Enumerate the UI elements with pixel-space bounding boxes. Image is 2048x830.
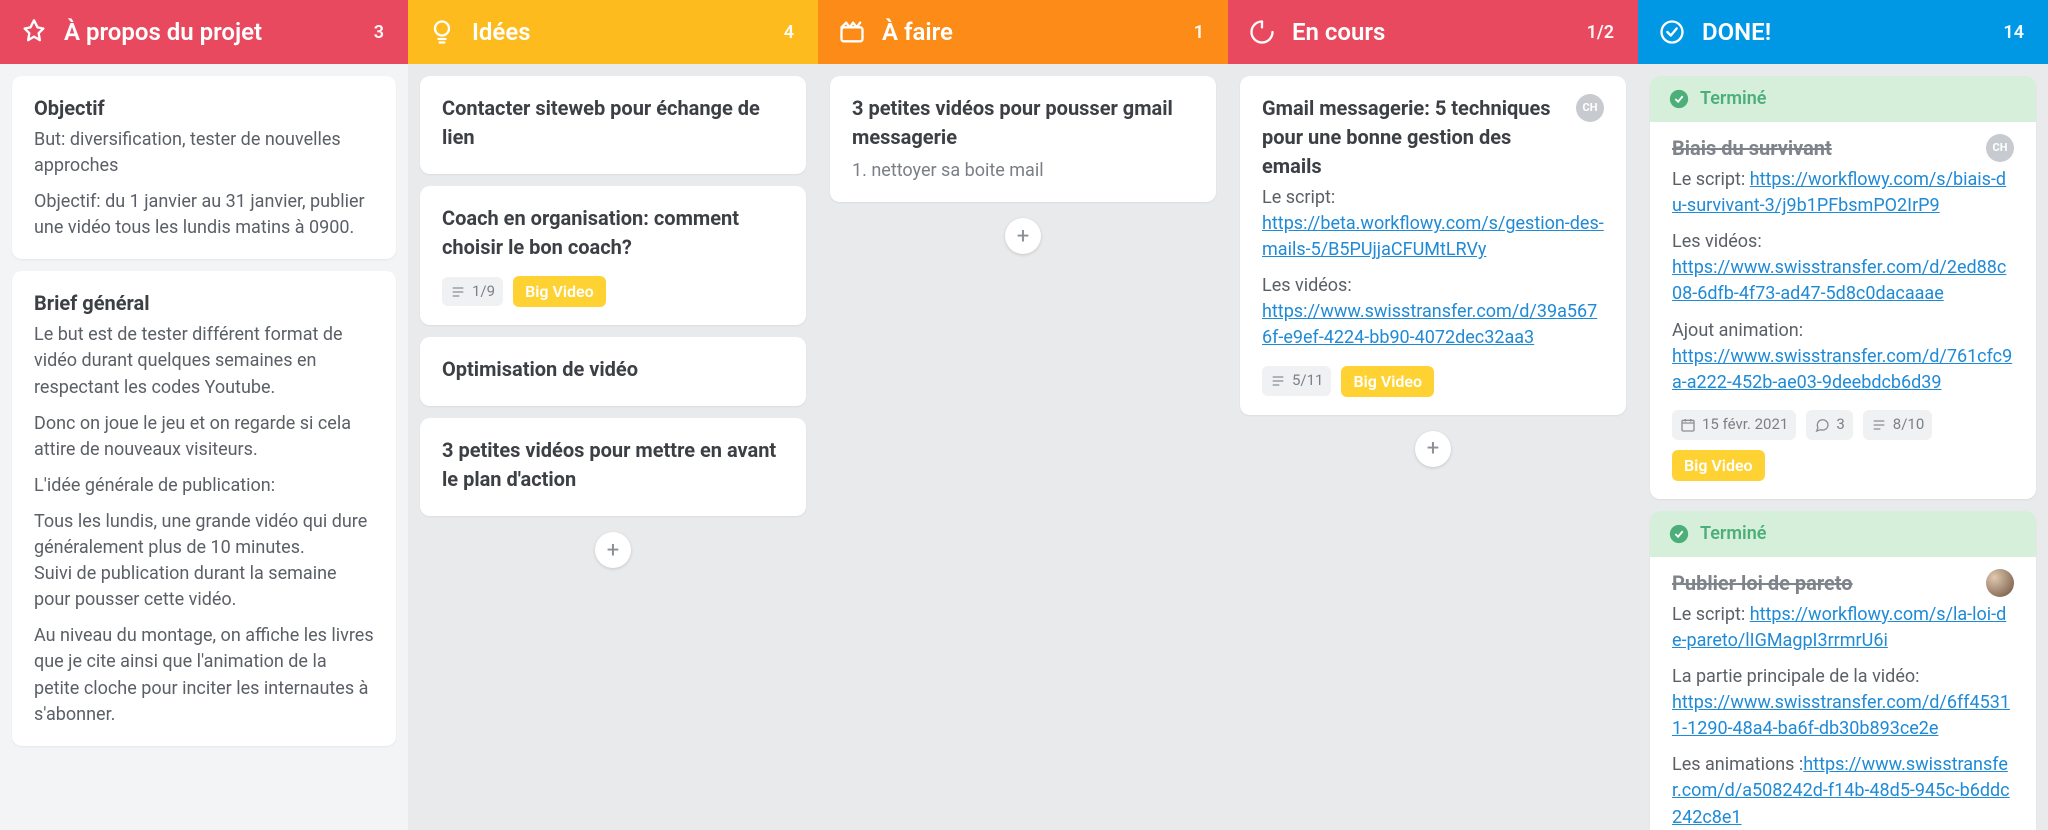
card-brief[interactable]: Brief général Le but est de tester diffé… [12,271,396,745]
card-title: 3 petites vidéos pour mettre en avant le… [442,436,784,494]
card-text: Donc on joue le jeu et on regarde si cel… [34,411,374,463]
pin-icon [20,18,48,46]
avatar[interactable]: CH [1576,94,1604,122]
card-title: Optimisation de vidéo [442,355,784,384]
card-idea[interactable]: Contacter siteweb pour échange de lien [420,76,806,174]
column-title: DONE! [1702,18,1987,46]
card-title: Objectif [34,94,374,123]
card-idea[interactable]: 3 petites vidéos pour mettre en avant le… [420,418,806,516]
script-link[interactable]: https://beta.workflowy.com/s/gestion-des… [1262,213,1604,260]
anim-link[interactable]: https://www.swisstransfer.com/d/761cfc9a… [1672,346,2012,393]
card-text: Le but est de tester différent format de… [34,322,374,400]
column-body-todo: 3 petites vidéos pour pousser gmail mess… [818,64,1228,830]
check-icon [1658,18,1686,46]
column-count: 1 [1194,22,1204,43]
anim-label: Les animations : [1672,754,1803,775]
card-meta: 15 févr. 2021 3 8/10 Big Video [1672,410,2014,481]
card-title: Brief général [34,289,374,318]
part-label: La partie principale de la vidéo: [1672,666,1919,687]
column-body-ideas: Contacter siteweb pour échange de lien C… [408,64,818,830]
tag-big-video[interactable]: Big Video [1341,366,1434,397]
column-body-done: Terminé Biais du survivant CH Le script:… [1638,64,2048,830]
column-header-todo[interactable]: À faire 1 [818,0,1228,64]
card-text: Au niveau du montage, on affiche les liv… [34,623,374,727]
progress-icon [1248,18,1276,46]
tag-big-video[interactable]: Big Video [513,276,606,307]
card-meta: 1/9 Big Video [442,276,784,307]
card-title: Publier loi de pareto [1672,569,1976,598]
card-idea[interactable]: Optimisation de vidéo [420,337,806,406]
done-label: Terminé [1700,521,1766,547]
card-text: Tous les lundis, une grande vidéo qui du… [34,509,374,613]
column-header-inprogress[interactable]: En cours 1/2 [1228,0,1638,64]
column-header-ideas[interactable]: Idées 4 [408,0,818,64]
card-objectif[interactable]: Objectif But: diversification, tester de… [12,76,396,259]
card-done[interactable]: Terminé Publier loi de pareto Le script:… [1650,511,2036,830]
done-status-bar: Terminé [1650,511,2036,557]
videos-link[interactable]: https://www.swisstransfer.com/d/39a5676f… [1262,301,1597,348]
add-card-button[interactable]: + [1415,431,1451,467]
column-todo: À faire 1 3 petites vidéos pour pousser … [818,0,1228,830]
card-text: But: diversification, tester de nouvelle… [34,127,374,179]
column-count: 4 [784,22,794,43]
column-count: 1/2 [1587,22,1614,43]
clapper-icon [838,18,866,46]
progress-chip: 5/11 [1262,366,1331,396]
script-label: Le script: [1672,169,1745,190]
card-title: Gmail messagerie: 5 techniques pour une … [1262,94,1566,181]
tag-big-video[interactable]: Big Video [1672,450,1765,481]
progress-chip: 8/10 [1863,410,1932,440]
column-title: En cours [1292,18,1571,46]
column-done: DONE! 14 Terminé Biais du survivant CH L… [1638,0,2048,830]
card-title: Coach en organisation: comment choisir l… [442,204,784,262]
card-meta: 5/11 Big Video [1262,366,1604,397]
comments-chip: 3 [1806,410,1852,440]
date-chip: 15 févr. 2021 [1672,410,1796,440]
column-about: À propos du projet 3 Objectif But: diver… [0,0,408,830]
column-inprogress: En cours 1/2 Gmail messagerie: 5 techniq… [1228,0,1638,830]
column-title: À faire [882,18,1178,46]
column-body-about: Objectif But: diversification, tester de… [0,64,408,830]
card-done[interactable]: Terminé Biais du survivant CH Le script:… [1650,76,2036,499]
progress-chip: 1/9 [442,277,503,307]
done-label: Terminé [1700,86,1766,112]
column-header-done[interactable]: DONE! 14 [1638,0,2048,64]
done-status-bar: Terminé [1650,76,2036,122]
column-header-about[interactable]: À propos du projet 3 [0,0,408,64]
add-card-button[interactable]: + [595,532,631,568]
column-ideas: Idées 4 Contacter siteweb pour échange d… [408,0,818,830]
videos-label: Les vidéos: [1672,231,1762,252]
column-title: À propos du projet [64,18,358,46]
card-inprogress[interactable]: Gmail messagerie: 5 techniques pour une … [1240,76,1626,415]
column-title: Idées [472,18,768,46]
card-title: 3 petites vidéos pour pousser gmail mess… [852,94,1194,152]
column-count: 14 [2003,22,2024,43]
card-todo[interactable]: 3 petites vidéos pour pousser gmail mess… [830,76,1216,202]
lightbulb-icon [428,18,456,46]
card-text: L'idée générale de publication: [34,473,374,499]
anim-label: Ajout animation: [1672,320,1803,341]
kanban-board: À propos du projet 3 Objectif But: diver… [0,0,2048,830]
card-text: Objectif: du 1 janvier au 31 janvier, pu… [34,189,374,241]
script-label: Le script: [1262,187,1335,208]
column-body-inprogress: Gmail messagerie: 5 techniques pour une … [1228,64,1638,830]
part-link[interactable]: https://www.swisstransfer.com/d/6ff45311… [1672,692,2010,739]
card-title: Biais du survivant [1672,134,1976,163]
videos-label: Les vidéos: [1262,275,1352,296]
column-count: 3 [374,22,384,43]
avatar[interactable]: CH [1986,134,2014,162]
avatar[interactable] [1986,569,2014,597]
script-label: Le script: [1672,604,1745,625]
card-subline: 1. nettoyer sa boite mail [852,158,1194,184]
videos-link[interactable]: https://www.swisstransfer.com/d/2ed88c08… [1672,257,2006,304]
card-idea[interactable]: Coach en organisation: comment choisir l… [420,186,806,325]
add-card-button[interactable]: + [1005,218,1041,254]
card-title: Contacter siteweb pour échange de lien [442,94,784,152]
